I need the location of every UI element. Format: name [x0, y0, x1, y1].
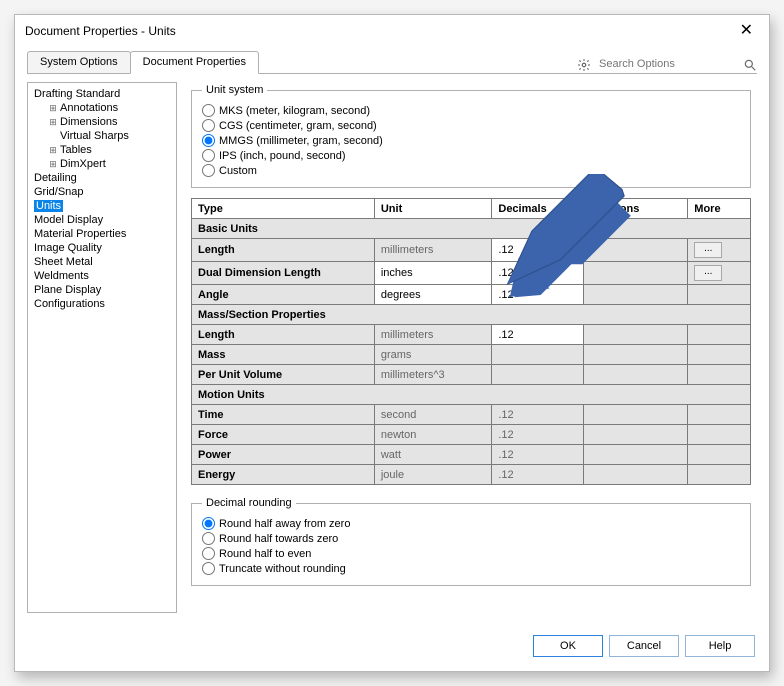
tree-material-properties[interactable]: Material Properties — [30, 227, 174, 241]
mass-length-decimals[interactable]: .12 — [492, 325, 583, 345]
expand-icon[interactable]: ⊞ — [48, 145, 58, 156]
row-length: Length millimeters .12 ... — [192, 239, 751, 262]
tree-virtual-sharps[interactable]: Virtual Sharps — [30, 129, 174, 143]
tree-annotations[interactable]: ⊞Annotations — [30, 101, 174, 115]
help-button[interactable]: Help — [685, 635, 755, 657]
tree-plane-display[interactable]: Plane Display — [30, 283, 174, 297]
col-fractions: Fractions — [583, 199, 687, 219]
decimal-rounding-legend: Decimal rounding — [202, 497, 296, 509]
unit-system-group: Unit system MKS (meter, kilogram, second… — [191, 84, 751, 188]
tree-dimensions[interactable]: ⊞Dimensions — [30, 115, 174, 129]
col-type: Type — [192, 199, 375, 219]
radio-ips[interactable]: IPS (inch, pound, second) — [202, 149, 740, 162]
radio-cgs[interactable]: CGS (centimeter, gram, second) — [202, 119, 740, 132]
document-properties-dialog: Document Properties - Units ✕ System Opt… — [14, 14, 770, 672]
search-icon[interactable] — [743, 58, 757, 72]
radio-mks[interactable]: MKS (meter, kilogram, second) — [202, 104, 740, 117]
close-icon[interactable]: ✕ — [734, 21, 759, 41]
expand-icon[interactable]: ⊞ — [48, 117, 58, 128]
tree-units[interactable]: Units — [30, 199, 174, 213]
tab-document-properties[interactable]: Document Properties — [130, 51, 259, 74]
tree-dimxpert[interactable]: ⊞DimXpert — [30, 157, 174, 171]
radio-round-even[interactable]: Round half to even — [202, 547, 740, 560]
search-options — [577, 57, 757, 74]
dialog-footer: OK Cancel Help — [15, 625, 769, 671]
radio-round-away[interactable]: Round half away from zero — [202, 517, 740, 530]
gear-icon[interactable] — [577, 58, 591, 72]
radio-mmgs[interactable]: MMGS (millimeter, gram, second) — [202, 134, 740, 147]
row-angle: Angle degrees .12 — [192, 285, 751, 305]
row-time: Time second .12 — [192, 405, 751, 425]
ok-button[interactable]: OK — [533, 635, 603, 657]
dual-decimals[interactable]: .123 — [492, 262, 583, 285]
tab-system-options[interactable]: System Options — [27, 51, 131, 74]
row-mass-length: Length millimeters .12 — [192, 325, 751, 345]
unit-system-legend: Unit system — [202, 84, 267, 96]
radio-truncate[interactable]: Truncate without rounding — [202, 562, 740, 575]
decimal-rounding-group: Decimal rounding Round half away from ze… — [191, 497, 751, 586]
titlebar: Document Properties - Units ✕ — [15, 15, 769, 45]
search-input[interactable] — [597, 57, 737, 72]
section-motion: Motion Units — [192, 385, 751, 405]
tab-row: System Options Document Properties — [15, 45, 769, 74]
row-mass: Mass grams — [192, 345, 751, 365]
units-table: Type Unit Decimals Fractions More Basic … — [191, 198, 751, 485]
tree-detailing[interactable]: Detailing — [30, 171, 174, 185]
window-title: Document Properties - Units — [25, 24, 176, 38]
tree-weldments[interactable]: Weldments — [30, 269, 174, 283]
tab-label: System Options — [40, 56, 118, 68]
expand-icon[interactable]: ⊞ — [48, 103, 58, 114]
length-decimals[interactable]: .12 — [492, 239, 583, 262]
length-more-button[interactable]: ... — [694, 242, 722, 258]
tree-tables[interactable]: ⊞Tables — [30, 143, 174, 157]
col-more: More — [688, 199, 751, 219]
row-energy: Energy joule .12 — [192, 465, 751, 485]
tab-label: Document Properties — [143, 56, 246, 68]
section-basic-units: Basic Units — [192, 219, 751, 239]
tree-model-display[interactable]: Model Display — [30, 213, 174, 227]
section-mass: Mass/Section Properties — [192, 305, 751, 325]
tree-configurations[interactable]: Configurations — [30, 297, 174, 311]
col-decimals: Decimals — [492, 199, 583, 219]
tree-sheet-metal[interactable]: Sheet Metal — [30, 255, 174, 269]
tree-grid-snap[interactable]: Grid/Snap — [30, 185, 174, 199]
angle-decimals[interactable]: .12 — [492, 285, 583, 305]
settings-pane: Unit system MKS (meter, kilogram, second… — [185, 82, 757, 613]
row-power: Power watt .12 — [192, 445, 751, 465]
tree-image-quality[interactable]: Image Quality — [30, 241, 174, 255]
row-dual-dimension-length: Dual Dimension Length inches .123 ... — [192, 262, 751, 285]
col-unit: Unit — [374, 199, 492, 219]
radio-custom[interactable]: Custom — [202, 164, 740, 177]
tree-drafting-standard[interactable]: Drafting Standard — [30, 87, 174, 101]
dual-unit[interactable]: inches — [374, 262, 492, 285]
expand-icon[interactable]: ⊞ — [48, 159, 58, 170]
cancel-button[interactable]: Cancel — [609, 635, 679, 657]
radio-round-towards[interactable]: Round half towards zero — [202, 532, 740, 545]
units-table-header: Type Unit Decimals Fractions More — [192, 199, 751, 219]
dual-more-button[interactable]: ... — [694, 265, 722, 281]
category-tree[interactable]: Drafting Standard ⊞Annotations ⊞Dimensio… — [27, 82, 177, 613]
row-per-unit-volume: Per Unit Volume millimeters^3 — [192, 365, 751, 385]
angle-unit[interactable]: degrees — [374, 285, 492, 305]
row-force: Force newton .12 — [192, 425, 751, 445]
